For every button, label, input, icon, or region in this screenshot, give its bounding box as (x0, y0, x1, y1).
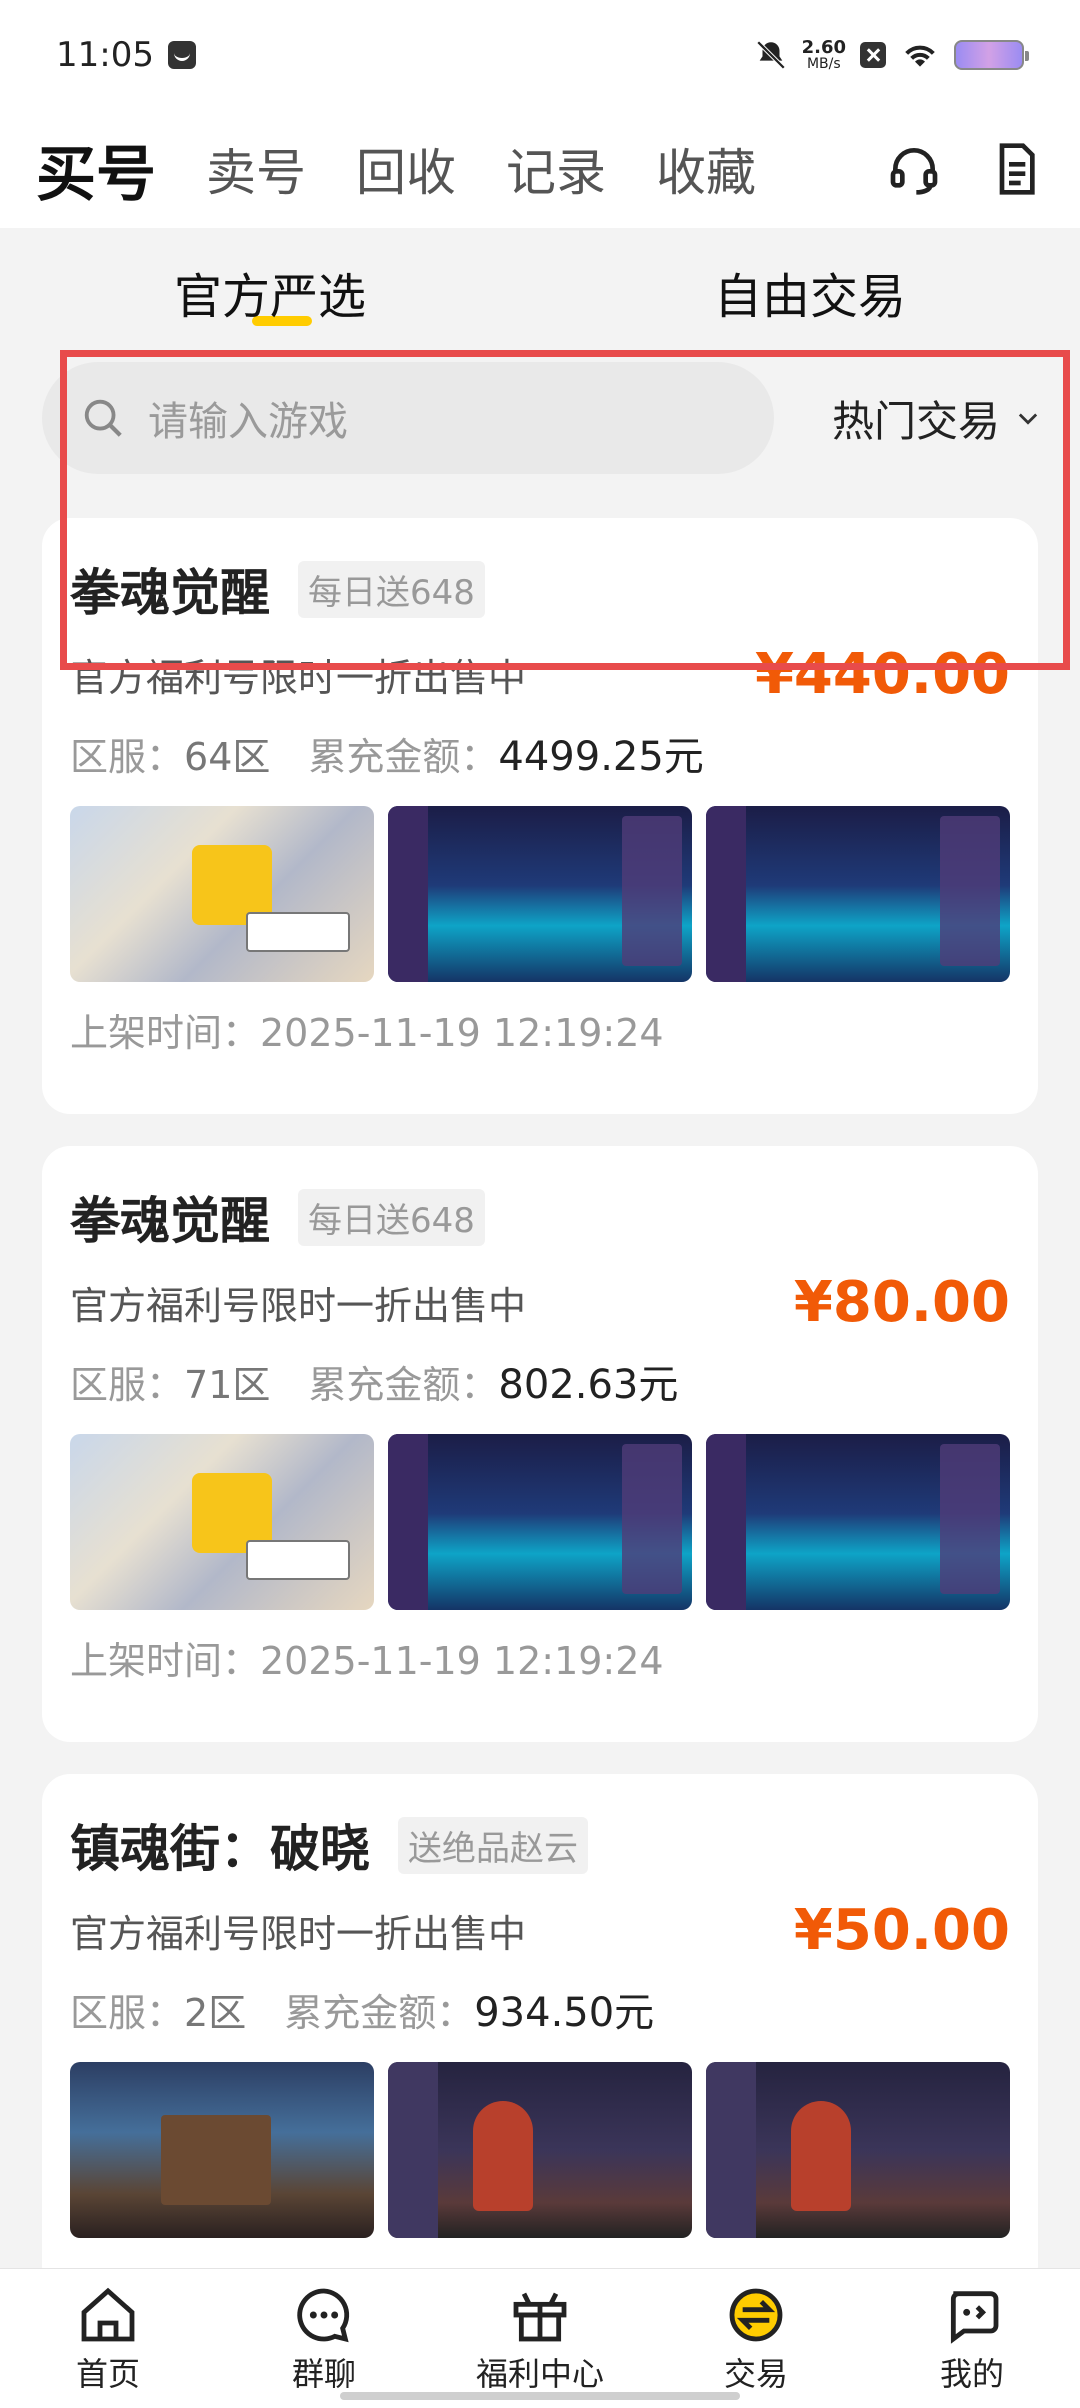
search-placeholder: 请输入游戏 (148, 399, 348, 445)
battery-icon (954, 40, 1029, 70)
listing-time: 上架时间：2025-11-19 12:19:24 (70, 1638, 664, 1683)
server-label: 区服： (70, 1990, 185, 2035)
segment-official-label: 官方严选 (173, 269, 366, 325)
document-icon[interactable] (988, 141, 1044, 197)
listing-price: ¥440.00 (754, 641, 1010, 707)
screenshot-thumbnail[interactable] (70, 1434, 374, 1610)
listing-time: 上架时间：2025-11-19 12:19:24 (70, 1010, 664, 1055)
screenshot-thumbnail[interactable] (388, 1434, 692, 1610)
listing-info: 区服： 71区 累充金额： 802.63元 (70, 1342, 1010, 1420)
nav-mine[interactable]: 我的 (864, 2269, 1080, 2408)
network-speed-value: 2.60 (801, 37, 846, 58)
listing-subtitle: 官方福利号限时一折出售中 (70, 1911, 527, 1956)
notification-app-icon (167, 41, 196, 69)
listing-card[interactable]: 拳魂觉醒 每日送648 官方福利号限时一折出售中 ¥80.00 区服： 71区 … (42, 1146, 1038, 1742)
headset-icon[interactable] (886, 141, 942, 197)
screenshot-thumbnail[interactable] (70, 2062, 374, 2238)
listing-thumbnails (70, 806, 1010, 982)
server-label: 区服： (70, 1362, 185, 1407)
trade-icon (729, 2288, 783, 2342)
gift-icon (513, 2292, 567, 2342)
screenshot-thumbnail[interactable] (70, 806, 374, 982)
recharge-label: 累充金额： (284, 1990, 475, 2035)
network-speed-unit: MB/s (806, 56, 841, 72)
server-value: 71区 (184, 1362, 271, 1407)
search-icon (84, 399, 122, 437)
screenshot-thumbnail[interactable] (388, 2062, 692, 2238)
listing-subtitle: 官方福利号限时一折出售中 (70, 655, 527, 700)
segment-official-selection[interactable]: 官方严选 (0, 228, 540, 356)
wifi-icon (905, 45, 935, 67)
listing-info: 区服： 64区 累充金额： 4499.25元 (70, 714, 1010, 792)
listing-card[interactable]: 拳魂觉醒 每日送648 官方福利号限时一折出售中 ¥440.00 区服： 64区… (42, 518, 1038, 1114)
nav-trade[interactable]: 交易 (648, 2269, 864, 2408)
recharge-amount: 4499.25元 (498, 734, 704, 780)
listing-title: 镇魂街：破晓 (70, 1820, 370, 1878)
listing-price: ¥50.00 (793, 1897, 1010, 1963)
nav-trade-label: 交易 (723, 2355, 788, 2393)
listing-tag: 每日送648 (298, 560, 485, 618)
listing-thumbnails (70, 1434, 1010, 1610)
sort-label: 热门交易 (831, 396, 1000, 446)
sort-dropdown[interactable]: 热门交易 (832, 388, 1042, 449)
server-value: 64区 (184, 734, 271, 779)
status-bar: 11:05 2.60 MB/s (0, 0, 1080, 110)
nav-home-label: 首页 (75, 2355, 140, 2393)
bottom-nav: 首页 群聊 福利中心 交易 我的 (0, 2268, 1080, 2408)
search-row: 请输入游戏 热门交易 (42, 362, 1042, 474)
segment-free-trade-label: 自由交易 (713, 269, 906, 325)
listing-thumbnails (70, 2062, 1010, 2238)
recharge-amount: 934.50元 (474, 1990, 655, 2036)
profile-icon (950, 2291, 999, 2344)
listing-tag: 每日送648 (298, 1188, 485, 1246)
nav-welfare-center[interactable]: 福利中心 (432, 2269, 648, 2408)
tab-favorites[interactable]: 收藏 (656, 133, 756, 205)
nav-mine-label: 我的 (939, 2355, 1004, 2393)
sim-off-icon (860, 42, 886, 68)
home-indicator[interactable] (340, 2392, 740, 2400)
listing-title: 拳魂觉醒 (70, 1192, 270, 1250)
recharge-label: 累充金额： (308, 1362, 499, 1407)
listing-price: ¥80.00 (793, 1269, 1010, 1335)
listing-card[interactable]: 镇魂街：破晓 送绝品赵云 官方福利号限时一折出售中 ¥50.00 区服： 2区 … (42, 1774, 1038, 2294)
chat-icon (297, 2288, 350, 2343)
tab-records[interactable]: 记录 (506, 133, 606, 205)
server-label: 区服： (70, 734, 185, 779)
listing-subtitle: 官方福利号限时一折出售中 (70, 1283, 527, 1328)
recharge-amount: 802.63元 (498, 1362, 679, 1408)
listing-title: 拳魂觉醒 (70, 564, 270, 622)
nav-chat-label: 群聊 (291, 2355, 356, 2393)
tab-buy-account[interactable]: 买号 (36, 126, 156, 213)
tab-sell-account[interactable]: 卖号 (206, 133, 306, 205)
recharge-label: 累充金额： (308, 734, 499, 779)
screenshot-thumbnail[interactable] (388, 806, 692, 982)
listing-info: 区服： 2区 累充金额： 934.50元 (70, 1970, 1010, 2048)
chevron-down-icon (1018, 413, 1038, 425)
server-value: 2区 (184, 1990, 247, 2035)
mute-bell-icon (756, 40, 785, 70)
tab-recycle[interactable]: 回收 (356, 133, 456, 205)
network-speed: 2.60 MB/s (801, 37, 846, 72)
home-icon (81, 2287, 135, 2342)
screenshot-thumbnail[interactable] (706, 2062, 1010, 2238)
segment-free-trade[interactable]: 自由交易 (540, 228, 1080, 356)
nav-home[interactable]: 首页 (0, 2269, 216, 2408)
nav-chat[interactable]: 群聊 (216, 2269, 432, 2408)
top-nav: 买号 卖号 回收 记录 收藏 (0, 110, 1080, 228)
search-input[interactable]: 请输入游戏 (42, 362, 774, 474)
screenshot-thumbnail[interactable] (706, 1434, 1010, 1610)
screenshot-thumbnail[interactable] (706, 806, 1010, 982)
listing-tag: 送绝品赵云 (398, 1816, 588, 1874)
nav-welfare-label: 福利中心 (475, 2355, 604, 2393)
segment-control: 官方严选 自由交易 (0, 228, 1080, 356)
status-time: 11:05 (56, 35, 154, 75)
